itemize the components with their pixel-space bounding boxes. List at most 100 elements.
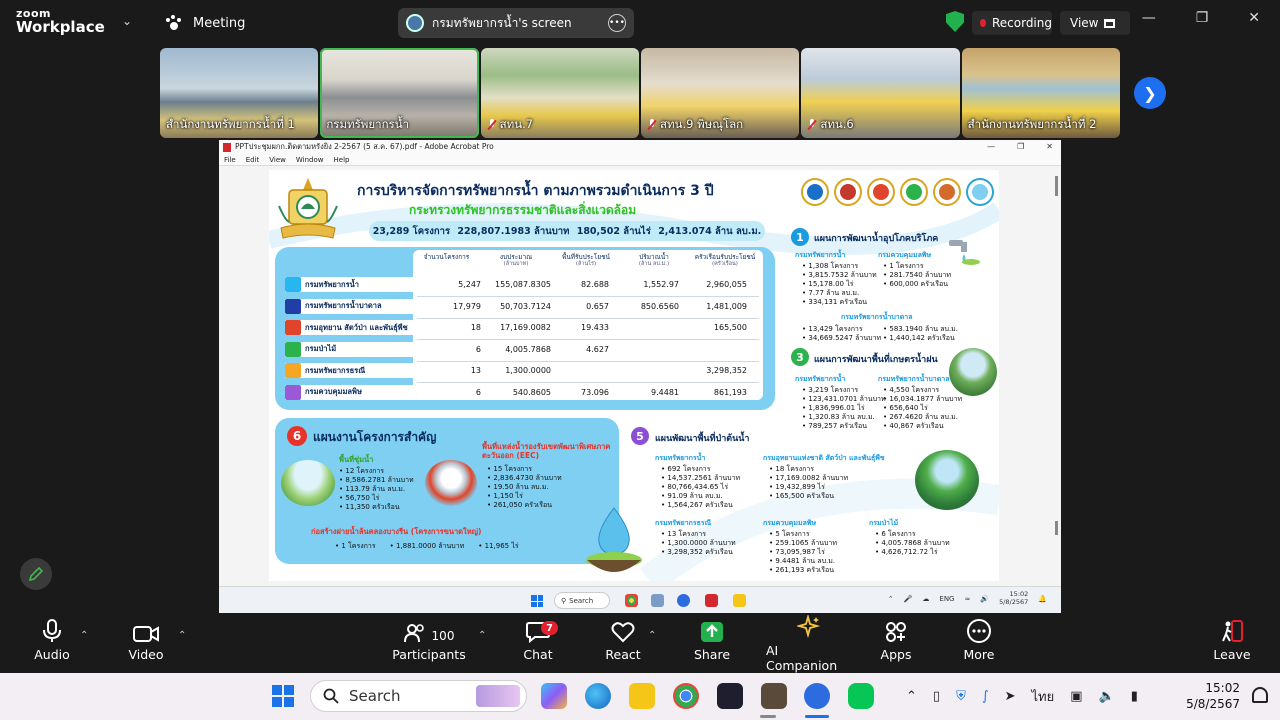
volume-icon[interactable]: 🔈 [1099, 689, 1115, 704]
table-cell: 5,247 [458, 280, 481, 289]
video-button[interactable]: Video [124, 613, 168, 673]
share-button[interactable]: Share [690, 613, 734, 673]
dept-label: กรมทรัพยากรธรณี [285, 363, 423, 378]
file-explorer-icon[interactable] [733, 594, 746, 607]
acrobat-minimize-icon[interactable]: — [987, 140, 995, 154]
zoom-taskbar-icon[interactable] [804, 683, 830, 709]
edge-icon[interactable] [585, 683, 611, 709]
security-shield-icon[interactable] [946, 11, 964, 32]
video-tile[interactable]: สทน.6 [801, 48, 960, 138]
video-options-caret-icon[interactable]: ⌃ [178, 630, 186, 641]
remote-search-box[interactable]: ⚲ Search [554, 592, 610, 609]
acrobat-icon[interactable] [705, 594, 718, 607]
meeting-info-button[interactable]: Meeting [165, 15, 245, 31]
cloud-icon[interactable]: ☁ [922, 595, 929, 603]
start-icon[interactable] [531, 595, 543, 607]
webex-icon[interactable] [717, 683, 743, 709]
sec6-a-list: 12 โครงการ8,586.2781 ล้านบาท113.79 ล้าน … [339, 467, 413, 512]
menu-help[interactable]: Help [334, 156, 350, 164]
recording-indicator[interactable]: Recording [972, 11, 1052, 35]
participants-options-caret-icon[interactable]: ⌃ [478, 630, 486, 641]
tray-chevron-icon[interactable]: ⌃ [888, 595, 894, 603]
react-button[interactable]: React [600, 613, 646, 673]
table-cell: 0.657 [586, 301, 609, 311]
network-icon[interactable]: ▣ [1070, 689, 1082, 704]
bluetooth-icon[interactable]: ∫ [982, 689, 989, 704]
video-tile[interactable]: สทน.9 พิษณุโลก [640, 48, 800, 138]
more-options-icon[interactable]: ••• [608, 14, 626, 32]
sec5-dept-c-list: 13 โครงการ1,300.0000 ล้านบาท3,298,352 คร… [661, 530, 735, 557]
participants-button[interactable]: 100 Participants [392, 613, 466, 673]
minimize-icon[interactable]: — [1142, 10, 1156, 26]
heart-icon [611, 613, 635, 647]
next-page-arrow-icon[interactable]: ❯ [1134, 77, 1166, 109]
usb-icon[interactable]: ▯ [933, 689, 940, 704]
menu-edit[interactable]: Edit [246, 156, 260, 164]
chrome-icon[interactable] [673, 683, 699, 709]
acrobat-restore-icon[interactable]: ❐ [1017, 140, 1024, 154]
notification-icon[interactable]: 🔔 [1038, 595, 1047, 603]
windows-start-icon[interactable] [272, 685, 294, 707]
zoom-icon[interactable] [677, 594, 690, 607]
mic-icon[interactable]: 🎤 [904, 595, 913, 603]
react-options-caret-icon[interactable]: ⌃ [648, 630, 656, 641]
windows-search-box[interactable]: Search [310, 680, 527, 712]
chrome-icon[interactable] [625, 594, 638, 607]
close-icon[interactable]: ✕ [1248, 10, 1260, 26]
leave-button[interactable]: Leave [1210, 613, 1254, 673]
summary-band: 23,289 โครงการ 228,807.1983 ล้านบาท 180,… [369, 221, 765, 241]
restore-icon[interactable]: ❐ [1196, 10, 1209, 26]
dept-logo-icon [801, 178, 829, 206]
table-cell: 4.627 [586, 344, 609, 354]
audio-options-caret-icon[interactable]: ⌃ [80, 630, 88, 641]
menu-window[interactable]: Window [296, 156, 324, 164]
audio-button[interactable]: Audio [30, 613, 74, 673]
windows-clock[interactable]: 15:02 5/8/2567 [1186, 680, 1240, 712]
menu-view[interactable]: View [269, 156, 286, 164]
col-header: งบประมาณ (ล้านบาท) [499, 253, 533, 268]
annotate-pencil-icon[interactable] [20, 558, 52, 590]
sec6-b-title: พื้นที่แหล่งน้ำรองรับเขตพัฒนาพิเศษภาคตะว… [482, 442, 611, 460]
lang-indicator[interactable]: ENG [939, 595, 954, 603]
participants-label: Participants [392, 647, 466, 662]
language-indicator[interactable]: ไทย [1032, 686, 1055, 707]
video-tile[interactable]: สำนักงานทรัพยากรน้ำที่ 2 [961, 48, 1120, 138]
line-app-icon[interactable] [848, 683, 874, 709]
more-button[interactable]: More [957, 613, 1001, 673]
chevron-down-icon[interactable]: ⌄ [122, 14, 132, 28]
section-5-title: แผนพัฒนาพื้นที่ป่าต้นน้ำ [655, 434, 750, 444]
table-cell: 3,298,352 [706, 366, 747, 375]
view-label: View [1070, 16, 1099, 30]
notification-bell-icon[interactable] [1252, 687, 1268, 703]
sec1-dept-a-title: กรมทรัพยากรน้ำ [795, 251, 846, 259]
pdf-document-area[interactable]: การบริหารจัดการทรัพยากรน้ำ ตามภาพรวมดำเน… [219, 166, 1061, 586]
ai-companion-button[interactable]: AI Companion [766, 613, 852, 673]
dept-name: กรมควบคุมมลพิษ [305, 387, 362, 396]
location-icon[interactable]: ➤ [1005, 689, 1016, 704]
pdf-scrollbar[interactable] [1055, 176, 1058, 556]
view-button[interactable]: View [1060, 11, 1130, 35]
tray-chevron-icon[interactable]: ⌃ [906, 689, 917, 704]
camera-app-icon[interactable] [761, 683, 787, 709]
battery-icon[interactable]: ▮ [1131, 689, 1138, 704]
zoom-workplace-logo[interactable]: zoom Workplace [16, 8, 105, 35]
photos-icon[interactable] [651, 594, 664, 607]
video-tile[interactable]: สำนักงานทรัพยากรน้ำที่ 1 [160, 48, 319, 138]
acrobat-close-icon[interactable]: ✕ [1046, 140, 1053, 154]
copilot-icon[interactable] [541, 683, 567, 709]
ai-sparkle-icon [797, 613, 821, 643]
wifi-icon[interactable]: ≈ [964, 595, 970, 603]
apps-button[interactable]: Apps [874, 613, 918, 673]
defender-shield-icon[interactable]: ⛨ [956, 689, 966, 704]
video-tile[interactable]: สทน.7 [480, 48, 639, 138]
volume-icon[interactable]: 🔊 [980, 595, 989, 603]
meeting-controls-bar: Audio ⌃ Video ⌃ 100 Participants ⌃ Chat … [0, 613, 1280, 673]
pdf-icon [223, 142, 231, 152]
remote-clock[interactable]: 15:02 5/8/2567 [999, 590, 1028, 607]
video-tile-active-speaker[interactable]: กรมทรัพยากรน้ำ [320, 48, 479, 138]
shared-screen-pill[interactable]: กรมทรัพยากรน้ำ's screen ••• [398, 8, 634, 38]
menu-file[interactable]: File [224, 156, 236, 164]
participants-count: 100 [431, 629, 455, 643]
meeting-icon [165, 15, 183, 31]
file-explorer-icon[interactable] [629, 683, 655, 709]
